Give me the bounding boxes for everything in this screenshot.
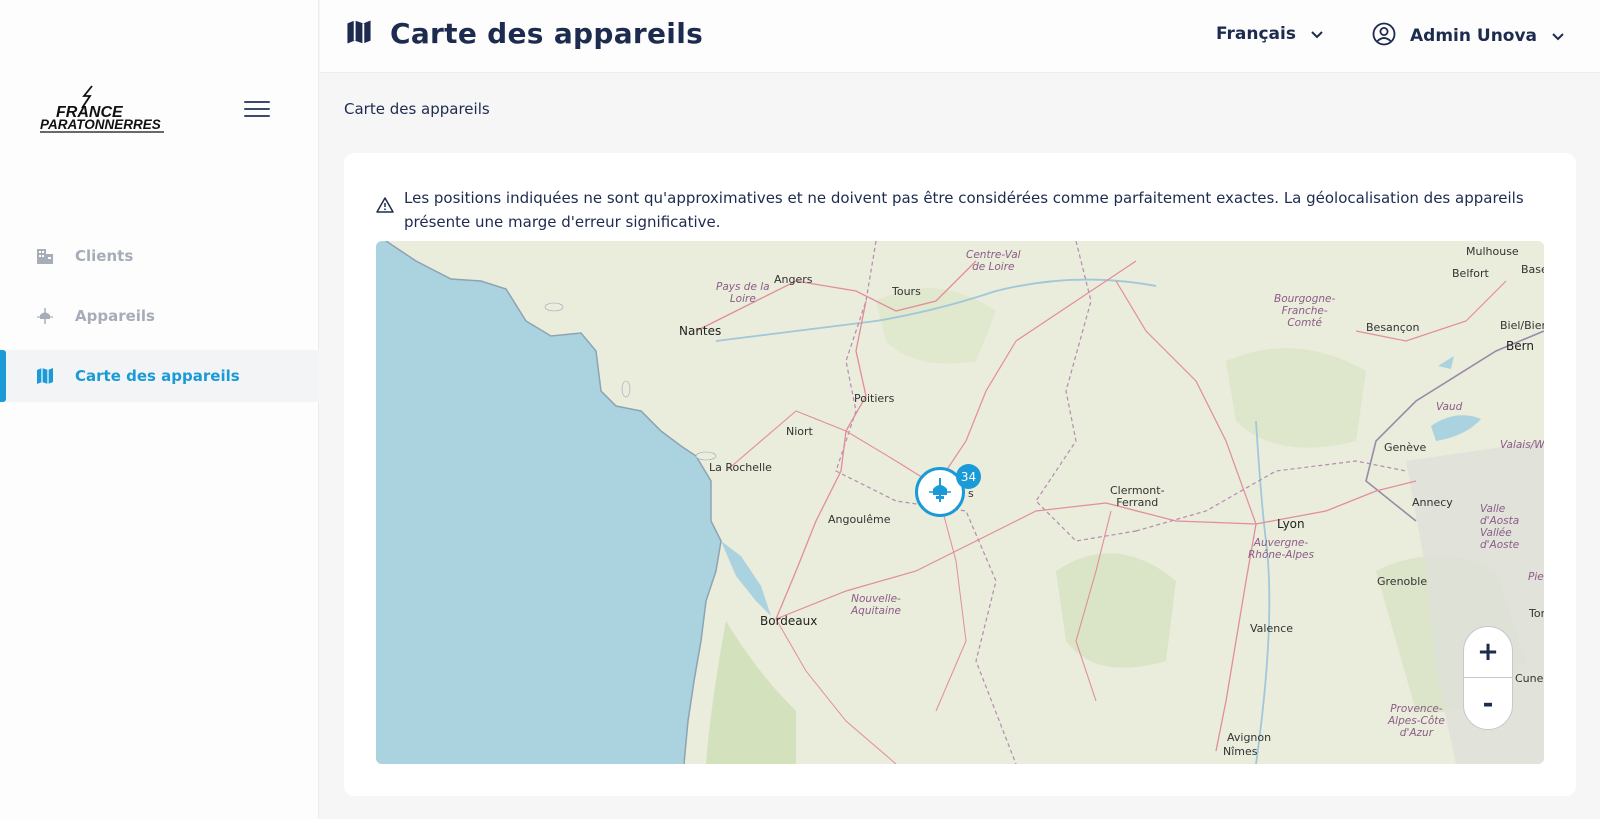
map-city-label: Tours bbox=[892, 285, 921, 298]
user-menu[interactable]: Admin Unova bbox=[1372, 22, 1565, 50]
map-city-label: Nîmes bbox=[1223, 745, 1258, 758]
map-city-label: Annecy bbox=[1412, 496, 1453, 509]
map-city-label: Bern bbox=[1506, 339, 1534, 353]
language-label: Français bbox=[1216, 24, 1296, 44]
map-city-label: Nantes bbox=[679, 324, 722, 338]
top-header: Carte des appareils Français Admin Unova bbox=[320, 0, 1600, 73]
sidebar-nav: Clients Appareils Carte des appareils bbox=[0, 230, 319, 410]
map-region-label: Bourgogne- Franche- Comté bbox=[1274, 293, 1336, 329]
lake-leman bbox=[1431, 415, 1481, 441]
chevron-down-icon bbox=[1551, 27, 1565, 46]
map-city-label: Genève bbox=[1384, 441, 1427, 454]
map-region-label: Nouvelle- Aquitaine bbox=[851, 593, 902, 617]
page-title-text: Carte des appareils bbox=[390, 17, 704, 50]
map-city-label: Angers bbox=[774, 273, 813, 286]
hamburger-line bbox=[244, 101, 270, 103]
map-city-label: Mulhouse bbox=[1466, 245, 1519, 258]
sidebar-item-appareils[interactable]: Appareils bbox=[0, 290, 319, 342]
map-city-label: Belfort bbox=[1452, 267, 1489, 280]
breadcrumb: Carte des appareils bbox=[344, 100, 490, 118]
sidebar-item-label: Appareils bbox=[75, 307, 155, 325]
map-city-label: Besançon bbox=[1366, 321, 1420, 334]
chevron-down-icon bbox=[1310, 25, 1324, 44]
map-region-label: Centre-Val de Loire bbox=[966, 249, 1021, 273]
map-city-label: Tori bbox=[1529, 607, 1544, 620]
map-city-label: Cuneo bbox=[1515, 672, 1544, 685]
map-region-label: Valais/W bbox=[1500, 439, 1544, 451]
user-name: Admin Unova bbox=[1410, 26, 1538, 46]
map-region-label: Pie bbox=[1528, 571, 1544, 583]
map-city-label: Angoulême bbox=[828, 513, 891, 526]
sidebar-item-clients[interactable]: Clients bbox=[0, 230, 319, 282]
logo-line2: PARATONNERRES bbox=[40, 117, 161, 132]
building-icon bbox=[36, 247, 54, 265]
map-region-label: Pays de la Loire bbox=[716, 281, 770, 305]
zoom-control: + - bbox=[1463, 626, 1513, 730]
estuary bbox=[721, 541, 771, 616]
map-region-label: Auvergne- Rhône-Alpes bbox=[1248, 537, 1314, 561]
notice-text: Les positions indiquées ne sont qu'appro… bbox=[404, 189, 1524, 231]
map-region-label: Vaud bbox=[1436, 401, 1463, 413]
map-city-label: Grenoble bbox=[1377, 575, 1428, 588]
map-icon bbox=[36, 367, 54, 385]
zoom-in-button[interactable]: + bbox=[1464, 627, 1512, 678]
hamburger-line bbox=[244, 108, 270, 110]
user-circle-icon bbox=[1372, 22, 1396, 50]
map-city-label: Niort bbox=[786, 425, 813, 438]
brand-logo[interactable]: FRANCE PARATONNERRES bbox=[38, 84, 166, 134]
map-card: Les positions indiquées ne sont qu'appro… bbox=[344, 153, 1576, 796]
sidebar-item-carte[interactable]: Carte des appareils bbox=[0, 350, 319, 402]
map-city-label: Avignon bbox=[1227, 731, 1272, 744]
map-city-label: Bordeaux bbox=[760, 614, 818, 628]
sea-area bbox=[376, 241, 721, 764]
map-city-label: Basel bbox=[1521, 263, 1544, 276]
lightning-rod-icon bbox=[927, 477, 953, 507]
page-title: Carte des appareils bbox=[346, 17, 703, 50]
sidebar-item-label: Clients bbox=[75, 247, 134, 265]
warning-triangle-icon bbox=[376, 196, 394, 214]
device-map[interactable]: Mulhouse Belfort Basel Angers Tours Nant… bbox=[376, 241, 1544, 764]
zoom-out-button[interactable]: - bbox=[1464, 678, 1512, 729]
map-region-label: Provence- Alpes-Côte d'Azur bbox=[1388, 703, 1445, 739]
map-city-label: La Rochelle bbox=[709, 461, 772, 474]
lightning-rod-icon bbox=[36, 307, 54, 325]
language-select[interactable]: Français bbox=[1216, 24, 1324, 44]
cluster-count-badge: 34 bbox=[956, 464, 981, 489]
sidebar: FRANCE PARATONNERRES Clients Appareils C… bbox=[0, 0, 319, 819]
map-city-label: Poitiers bbox=[854, 392, 895, 405]
sidebar-item-label: Carte des appareils bbox=[75, 367, 240, 385]
map-icon bbox=[346, 19, 372, 49]
map-city-label: Lyon bbox=[1277, 517, 1305, 531]
accuracy-notice: Les positions indiquées ne sont qu'appro… bbox=[376, 186, 1541, 234]
menu-toggle-button[interactable] bbox=[244, 101, 270, 121]
map-region-label: Valle d'Aosta Vallée d'Aoste bbox=[1480, 503, 1520, 551]
map-city-label: Biel/Bienne bbox=[1500, 319, 1544, 332]
map-city-label: Valence bbox=[1250, 622, 1294, 635]
map-city-label: Clermont- Ferrand bbox=[1110, 484, 1165, 509]
hamburger-line bbox=[244, 115, 270, 117]
